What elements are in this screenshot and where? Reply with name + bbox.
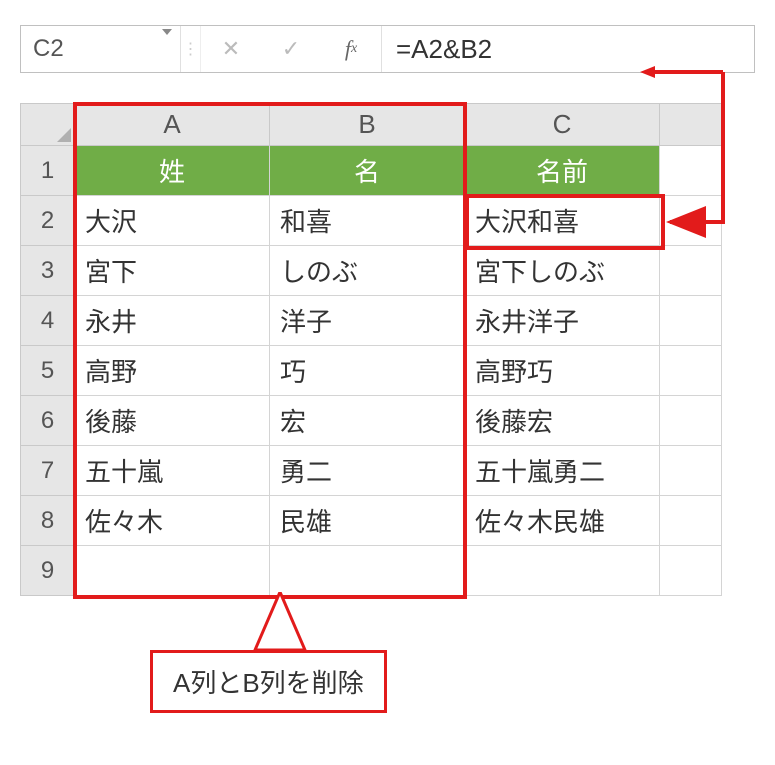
cell-b6[interactable]: 宏 — [270, 396, 465, 446]
cell-a8[interactable]: 佐々木 — [75, 496, 270, 546]
cell-c4[interactable]: 永井洋子 — [465, 296, 660, 346]
cell-b9[interactable] — [270, 546, 465, 596]
cell-c9[interactable] — [465, 546, 660, 596]
cell-c1[interactable]: 名前 — [465, 146, 660, 196]
cell-c7[interactable]: 五十嵐勇二 — [465, 446, 660, 496]
cell-a1[interactable]: 姓 — [75, 146, 270, 196]
row-header-4[interactable]: 4 — [21, 296, 75, 346]
formula-text: =A2&B2 — [396, 34, 492, 65]
select-all-corner[interactable] — [21, 104, 75, 146]
formula-bar: C2 ⋮ ✕ ✓ fx =A2&B2 — [20, 25, 755, 73]
cell-c2[interactable]: 大沢和喜 — [465, 196, 660, 246]
cell-a9[interactable] — [75, 546, 270, 596]
cell-a4[interactable]: 永井 — [75, 296, 270, 346]
name-box-dropdown-icon[interactable] — [162, 35, 172, 63]
cell-b2[interactable]: 和喜 — [270, 196, 465, 246]
annotation-callout: A列とB列を削除 — [150, 650, 387, 713]
row-header-7[interactable]: 7 — [21, 446, 75, 496]
cell-b3[interactable]: しのぶ — [270, 246, 465, 296]
row-header-5[interactable]: 5 — [21, 346, 75, 396]
cell-d4[interactable] — [660, 296, 722, 346]
row-header-3[interactable]: 3 — [21, 246, 75, 296]
spreadsheet-grid: A B C 1 姓 名 名前 2 大沢 和喜 大沢和喜 3 宮下 しのぶ 宮下し… — [20, 103, 722, 596]
row-header-8[interactable]: 8 — [21, 496, 75, 546]
insert-function-button[interactable]: fx — [321, 26, 381, 72]
formula-input[interactable]: =A2&B2 — [381, 26, 754, 72]
cell-d5[interactable] — [660, 346, 722, 396]
cell-d2[interactable] — [660, 196, 722, 246]
cell-c6[interactable]: 後藤宏 — [465, 396, 660, 446]
callout-text: A列とB列を削除 — [150, 650, 387, 713]
column-header-a[interactable]: A — [75, 104, 270, 146]
cell-b1[interactable]: 名 — [270, 146, 465, 196]
cell-d6[interactable] — [660, 396, 722, 446]
row-header-2[interactable]: 2 — [21, 196, 75, 246]
row-header-1[interactable]: 1 — [21, 146, 75, 196]
cell-b5[interactable]: 巧 — [270, 346, 465, 396]
cancel-formula-button[interactable]: ✕ — [201, 26, 261, 72]
enter-formula-button[interactable]: ✓ — [261, 26, 321, 72]
cell-a6[interactable]: 後藤 — [75, 396, 270, 446]
callout-tail-icon — [210, 592, 330, 652]
cell-d9[interactable] — [660, 546, 722, 596]
formula-bar-divider: ⋮ — [181, 26, 201, 72]
cell-c3[interactable]: 宮下しのぶ — [465, 246, 660, 296]
row-header-6[interactable]: 6 — [21, 396, 75, 446]
cell-d7[interactable] — [660, 446, 722, 496]
cell-b8[interactable]: 民雄 — [270, 496, 465, 546]
cell-a3[interactable]: 宮下 — [75, 246, 270, 296]
cell-a2[interactable]: 大沢 — [75, 196, 270, 246]
cell-d8[interactable] — [660, 496, 722, 546]
cell-d1[interactable] — [660, 146, 722, 196]
cell-c5[interactable]: 高野巧 — [465, 346, 660, 396]
row-header-9[interactable]: 9 — [21, 546, 75, 596]
name-box[interactable]: C2 — [21, 26, 181, 72]
cell-b7[interactable]: 勇二 — [270, 446, 465, 496]
cell-a5[interactable]: 高野 — [75, 346, 270, 396]
cell-b4[interactable]: 洋子 — [270, 296, 465, 346]
column-header-c[interactable]: C — [465, 104, 660, 146]
name-box-value: C2 — [33, 35, 64, 63]
cell-a7[interactable]: 五十嵐 — [75, 446, 270, 496]
cell-c8[interactable]: 佐々木民雄 — [465, 496, 660, 546]
cell-d3[interactable] — [660, 246, 722, 296]
column-header-b[interactable]: B — [270, 104, 465, 146]
column-header-d[interactable] — [660, 104, 722, 146]
